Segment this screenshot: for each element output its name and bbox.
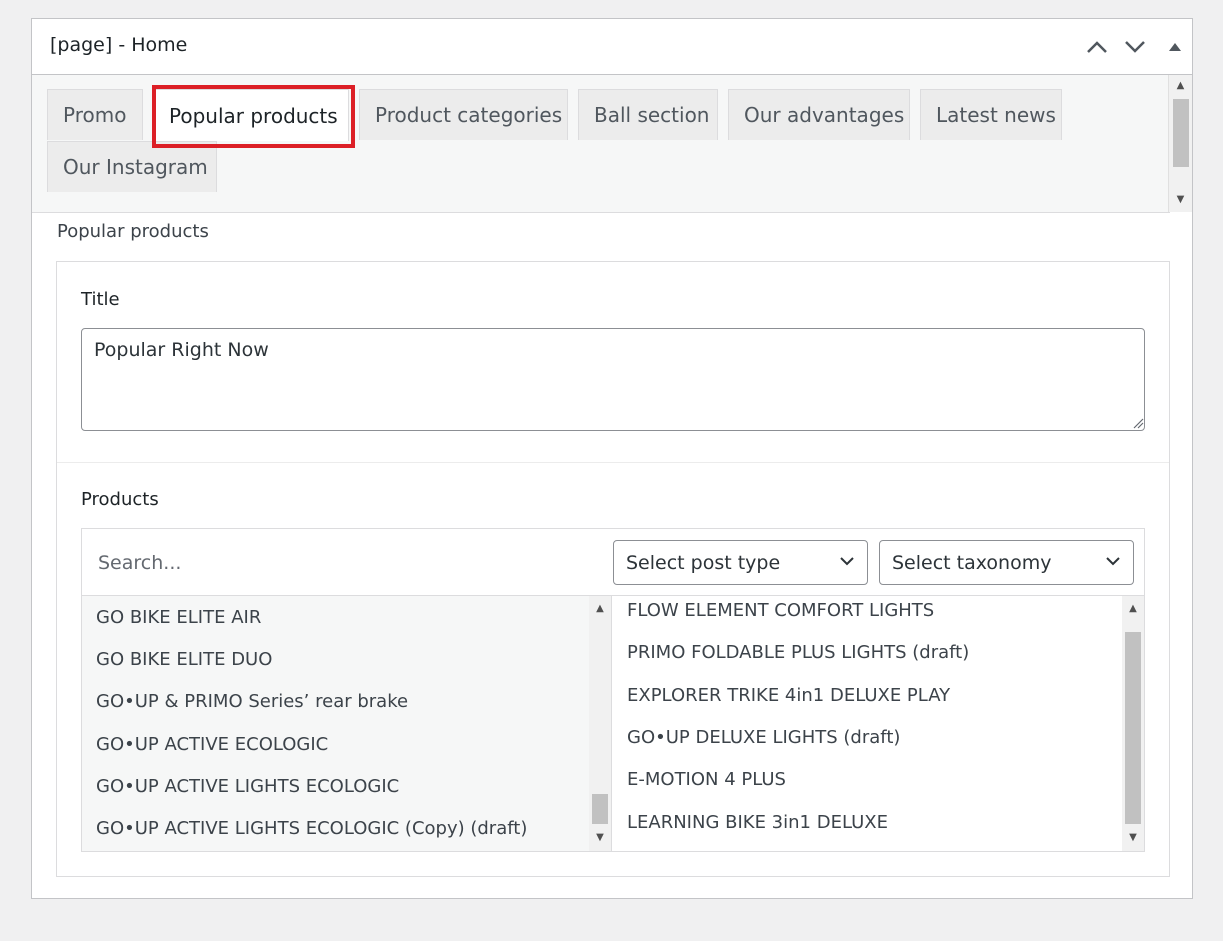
search-input[interactable] xyxy=(96,547,600,579)
chevron-down-icon xyxy=(840,557,854,566)
resize-grip-icon[interactable] xyxy=(1132,417,1144,429)
tab-product-categories[interactable]: Product categories xyxy=(359,89,568,140)
scroll-up-arrow-icon[interactable]: ▲ xyxy=(1122,600,1144,616)
taxonomy-select[interactable]: Select taxonomy xyxy=(879,540,1134,585)
available-list-scrollbar[interactable]: ▲ ▼ xyxy=(589,596,611,851)
scroll-down-arrow-icon[interactable]: ▼ xyxy=(589,829,611,845)
list-item[interactable]: LEARNING BIKE 3in1 DELUXE xyxy=(627,812,888,833)
panel-title: [page] - Home xyxy=(50,34,188,56)
meta-box-panel: [page] - Home Promo Popular products Pro… xyxy=(31,18,1193,899)
fields-container: Title Popular Right Now Products Select … xyxy=(56,261,1170,877)
relationship-picker: Select post type Select taxonomy GO BIKE… xyxy=(81,528,1145,852)
post-type-select-value: Select post type xyxy=(626,551,781,574)
move-down-button[interactable] xyxy=(1121,33,1149,61)
available-products-list: GO BIKE ELITE AIR GO BIKE ELITE DUO GO•U… xyxy=(82,596,612,851)
tab-our-instagram[interactable]: Our Instagram xyxy=(47,141,217,192)
scroll-up-arrow-icon[interactable]: ▲ xyxy=(1169,77,1192,93)
list-item[interactable]: GO BIKE ELITE DUO xyxy=(96,649,272,670)
tab-promo[interactable]: Promo xyxy=(47,89,143,140)
list-item[interactable]: GO BIKE ELITE AIR xyxy=(96,607,261,628)
list-item[interactable]: GO•UP DELUXE LIGHTS (draft) xyxy=(627,727,900,748)
chevron-up-icon xyxy=(1087,41,1107,53)
selected-list-scrollbar[interactable]: ▲ ▼ xyxy=(1122,596,1144,851)
tab-popular-products[interactable]: Popular products xyxy=(153,89,349,141)
triangle-up-icon xyxy=(1169,43,1181,51)
tab-ball-section[interactable]: Ball section xyxy=(578,89,718,140)
list-item[interactable]: GO•UP ACTIVE LIGHTS ECOLOGIC (Copy) (dra… xyxy=(96,818,527,839)
title-label: Title xyxy=(81,289,120,310)
list-item[interactable]: EXPLORER TRIKE 4in1 DELUXE PLAY xyxy=(627,685,950,706)
tab-latest-news[interactable]: Latest news xyxy=(920,89,1062,140)
move-up-button[interactable] xyxy=(1083,33,1111,61)
scrollbar-thumb[interactable] xyxy=(592,794,608,824)
list-item[interactable]: FLOW ELEMENT COMFORT LIGHTS xyxy=(627,600,934,621)
tab-bar: Promo Popular products Product categorie… xyxy=(32,75,1170,213)
products-label: Products xyxy=(81,489,159,510)
panel-header: [page] - Home xyxy=(32,19,1192,75)
title-textarea[interactable]: Popular Right Now xyxy=(81,328,1145,431)
tab-bar-scrollbar[interactable]: ▲ ▼ xyxy=(1168,75,1192,212)
tab-our-advantages[interactable]: Our advantages xyxy=(728,89,910,140)
selected-products-list: FLOW ELEMENT COMFORT LIGHTS PRIMO FOLDAB… xyxy=(613,596,1144,851)
list-item[interactable]: GO•UP ACTIVE ECOLOGIC xyxy=(96,734,328,755)
scroll-down-arrow-icon[interactable]: ▼ xyxy=(1169,191,1192,207)
section-label: Popular products xyxy=(57,221,209,242)
scrollbar-thumb[interactable] xyxy=(1125,632,1141,824)
taxonomy-select-value: Select taxonomy xyxy=(892,551,1052,574)
scroll-down-arrow-icon[interactable]: ▼ xyxy=(1122,829,1144,845)
chevron-down-icon xyxy=(1106,557,1120,566)
list-item[interactable]: GO•UP & PRIMO Series’ rear brake xyxy=(96,691,408,712)
chevron-down-icon xyxy=(1125,41,1145,53)
scrollbar-thumb[interactable] xyxy=(1173,99,1189,167)
list-item[interactable]: PRIMO FOLDABLE PLUS LIGHTS (draft) xyxy=(627,642,969,663)
picker-filters: Select post type Select taxonomy xyxy=(82,529,1144,596)
post-type-select[interactable]: Select post type xyxy=(613,540,868,585)
scroll-up-arrow-icon[interactable]: ▲ xyxy=(589,600,611,616)
divider xyxy=(57,462,1169,463)
toggle-panel-button[interactable] xyxy=(1161,33,1189,61)
list-item[interactable]: GO•UP ACTIVE LIGHTS ECOLOGIC xyxy=(96,776,399,797)
list-item[interactable]: E-MOTION 4 PLUS xyxy=(627,769,786,790)
